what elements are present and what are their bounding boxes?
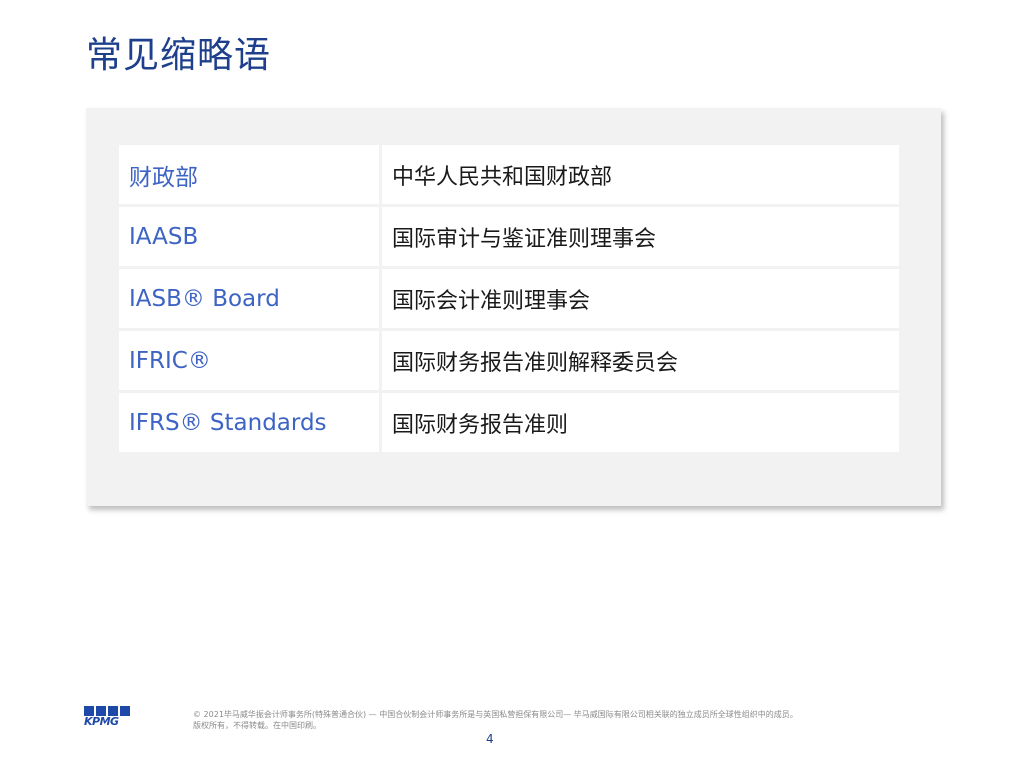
table-row: IAASB 国际审计与鉴证准则理事会 — [119, 207, 899, 266]
table-row: IFRIC® 国际财务报告准则解释委员会 — [119, 331, 899, 390]
abbreviation-table: 财政部 中华人民共和国财政部 IAASB 国际审计与鉴证准则理事会 IASB® … — [116, 142, 902, 455]
abbreviation-term: IFRS® Standards — [119, 393, 379, 452]
table-row: 财政部 中华人民共和国财政部 — [119, 145, 899, 204]
page-number: 4 — [486, 732, 494, 746]
abbreviation-term: IFRIC® — [119, 331, 379, 390]
kpmg-logo: KPMG — [84, 706, 132, 730]
abbreviation-meaning: 国际财务报告准则解释委员会 — [382, 331, 899, 390]
abbreviation-term: IASB® Board — [119, 269, 379, 328]
page-title: 常见缩略语 — [86, 35, 272, 76]
copyright-line-1: © 2021毕马威华振会计师事务所(特殊普通合伙) — 中国合伙制会计师事务所是… — [193, 710, 798, 719]
table-row: IFRS® Standards 国际财务报告准则 — [119, 393, 899, 452]
abbreviation-meaning: 国际审计与鉴证准则理事会 — [382, 207, 899, 266]
abbreviation-term: IAASB — [119, 207, 379, 266]
abbreviation-meaning: 国际会计准则理事会 — [382, 269, 899, 328]
abbreviation-meaning: 国际财务报告准则 — [382, 393, 899, 452]
logo-text: KPMG — [84, 715, 119, 728]
table-row: IASB® Board 国际会计准则理事会 — [119, 269, 899, 328]
abbreviation-meaning: 中华人民共和国财政部 — [382, 145, 899, 204]
copyright-line-2: 版权所有，不得转载。在中国印刷。 — [193, 721, 321, 730]
abbreviation-term: 财政部 — [119, 145, 379, 204]
footer-copyright: © 2021毕马威华振会计师事务所(特殊普通合伙) — 中国合伙制会计师事务所是… — [193, 709, 893, 731]
